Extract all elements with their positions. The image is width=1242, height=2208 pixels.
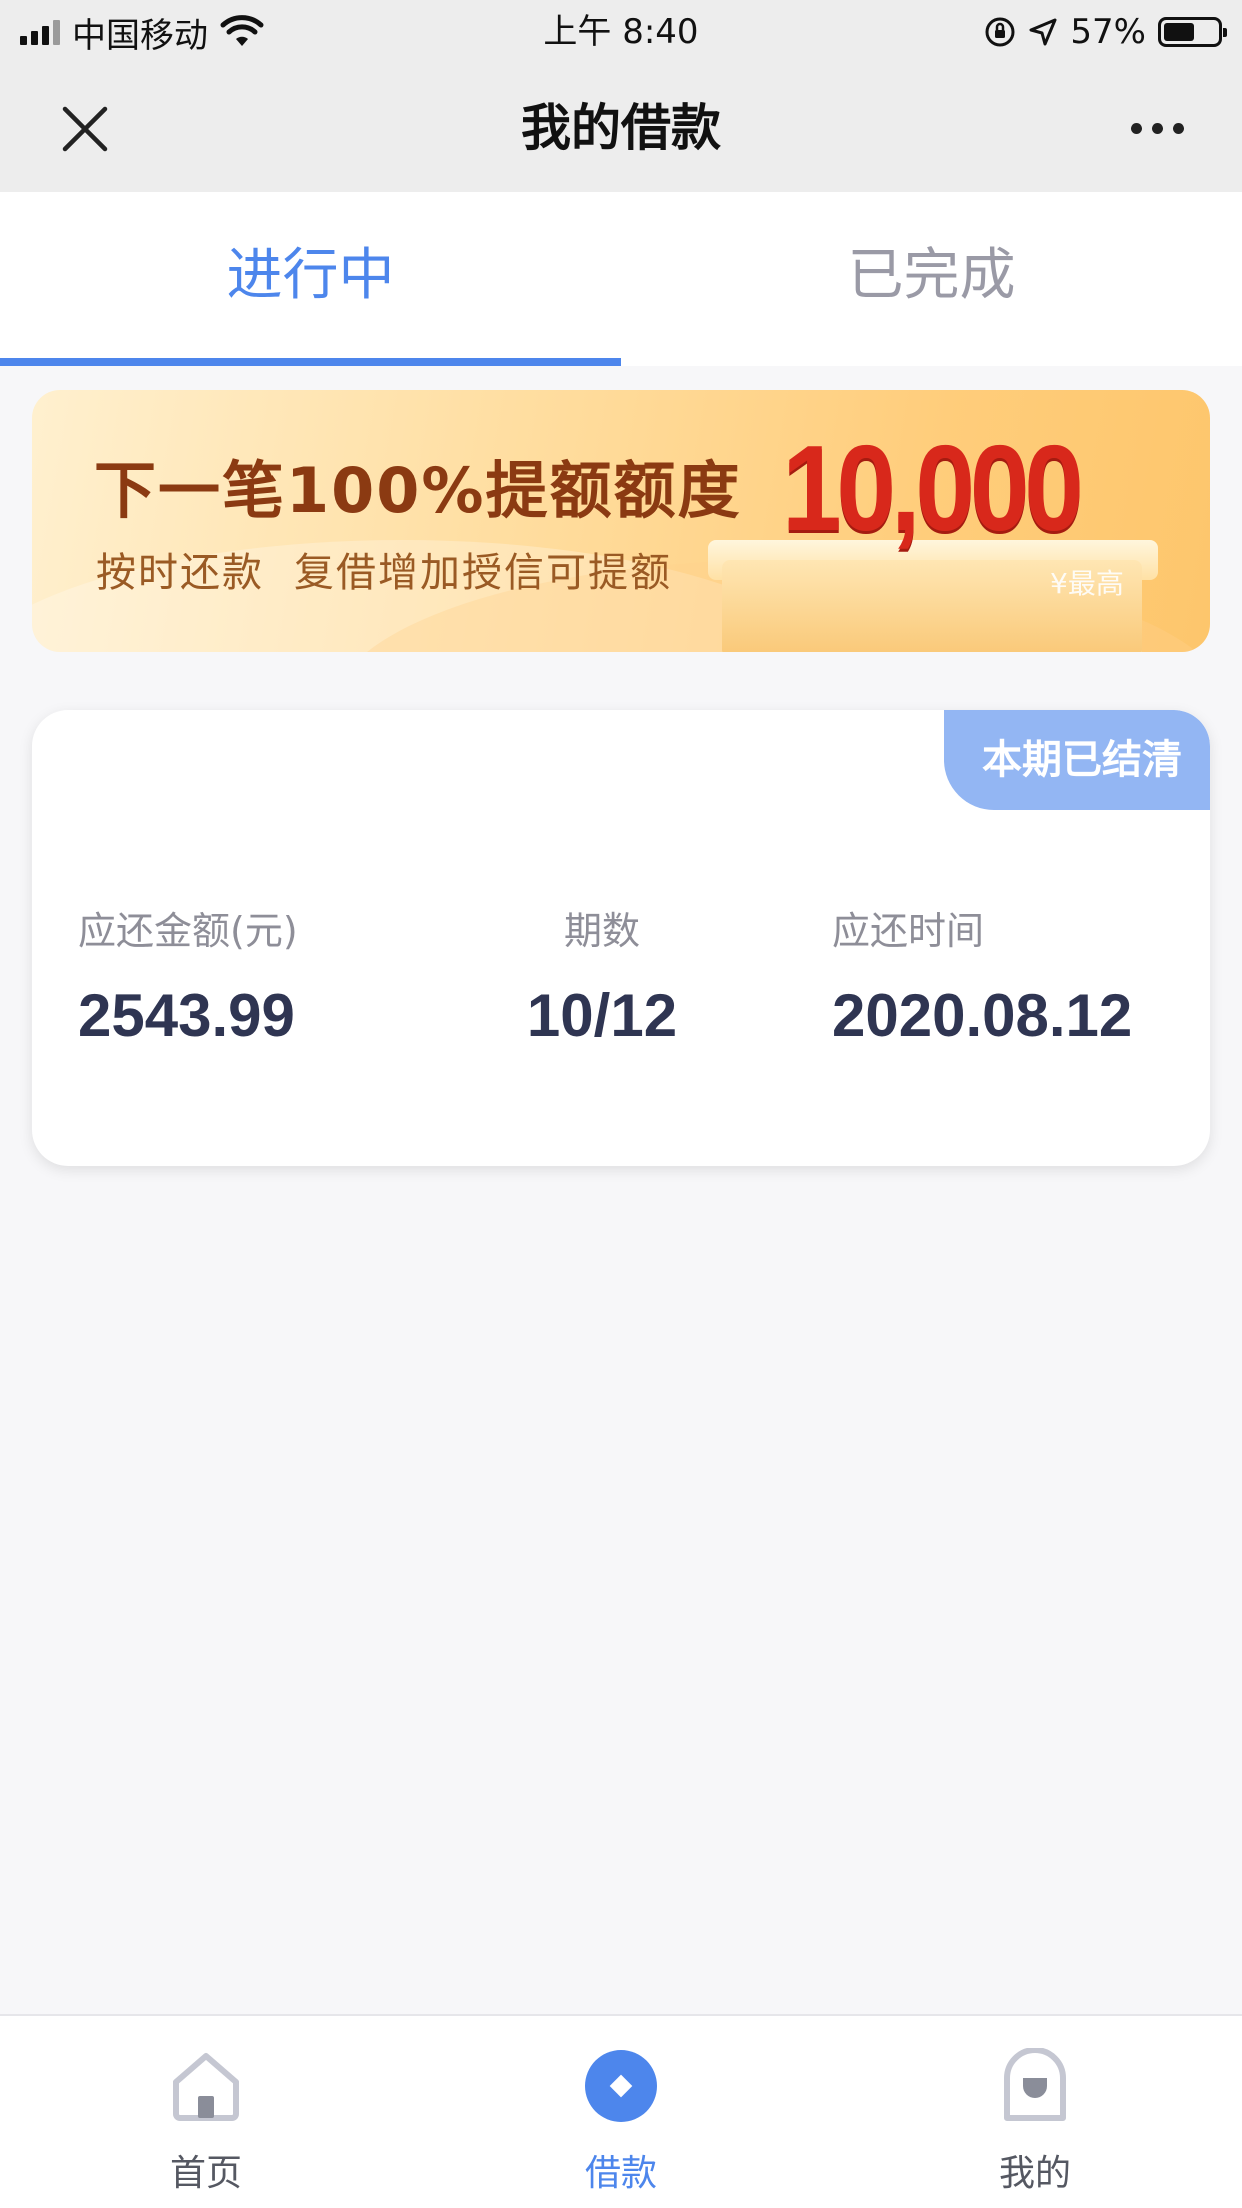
due-date-label: 应还时间 — [832, 909, 985, 953]
tabbar-label-mine: 我的 — [998, 2153, 1071, 2194]
due-date-column: 应还时间 2020.08.12 — [832, 900, 1132, 1050]
status-bar: 中国移动 上午 8:40 57% — [0, 0, 1242, 64]
loan-card[interactable]: 本期已结清 应还金额(元) 2543.99 期数 10/12 应还时间 2020… — [32, 710, 1210, 1166]
profile-bag-icon — [1004, 2048, 1066, 2121]
amount-value: 2543.99 — [78, 982, 295, 1049]
status-right: 57% — [984, 0, 1227, 64]
period-value: 10/12 — [526, 982, 678, 1049]
period-label: 期数 — [563, 909, 640, 953]
home-icon — [173, 2053, 239, 2121]
nav-bar: 我的借款 — [0, 64, 1242, 192]
due-date-value: 2020.08.12 — [832, 982, 1133, 1049]
tabbar-label-loan: 借款 — [584, 2153, 657, 2194]
tabbar-label-home: 首页 — [169, 2153, 242, 2194]
more-dot-icon — [1172, 122, 1184, 134]
loan-status-tabs: 进行中 已完成 — [0, 192, 1242, 366]
more-dot-icon — [1151, 122, 1163, 134]
location-arrow-icon — [1029, 18, 1057, 46]
banner-subtitle-part1: 按时还款 — [96, 550, 264, 596]
more-dot-icon — [1130, 122, 1142, 134]
banner-subtitle: 按时还款 复借增加授信可提额 — [96, 540, 672, 598]
bottom-tab-bar: 首页 借款 我的 — [0, 2014, 1242, 2208]
battery-icon — [1158, 17, 1227, 47]
banner-amount: 10,000 — [782, 420, 1084, 556]
more-button[interactable] — [1122, 108, 1192, 148]
tab-in-progress[interactable]: 进行中 — [0, 192, 621, 366]
status-badge: 本期已结清 — [944, 710, 1210, 810]
rotation-lock-icon — [985, 17, 1015, 47]
amount-column: 应还金额(元) 2543.99 — [78, 900, 298, 1050]
banner-amount-note: ¥最高 — [1050, 567, 1124, 600]
tabbar-item-home[interactable]: 首页 — [106, 2016, 306, 2208]
page-title: 我的借款 — [521, 99, 721, 157]
tab-completed[interactable]: 已完成 — [621, 192, 1242, 366]
tabbar-item-mine[interactable]: 我的 — [935, 2016, 1135, 2208]
period-column: 期数 10/12 — [472, 900, 732, 1050]
banner-subtitle-part2: 复借增加授信可提额 — [294, 550, 672, 596]
amount-label: 应还金额(元) — [78, 909, 298, 953]
tabbar-item-loan[interactable]: 借款 — [521, 2016, 721, 2208]
banner-title: 下一笔100%提额额度 — [94, 454, 742, 527]
loan-diamond-icon — [585, 2050, 657, 2122]
promo-banner[interactable]: 下一笔100%提额额度 按时还款 复借增加授信可提额 10,000 ¥最高 — [32, 390, 1210, 652]
battery-percent: 57% — [1070, 12, 1146, 52]
